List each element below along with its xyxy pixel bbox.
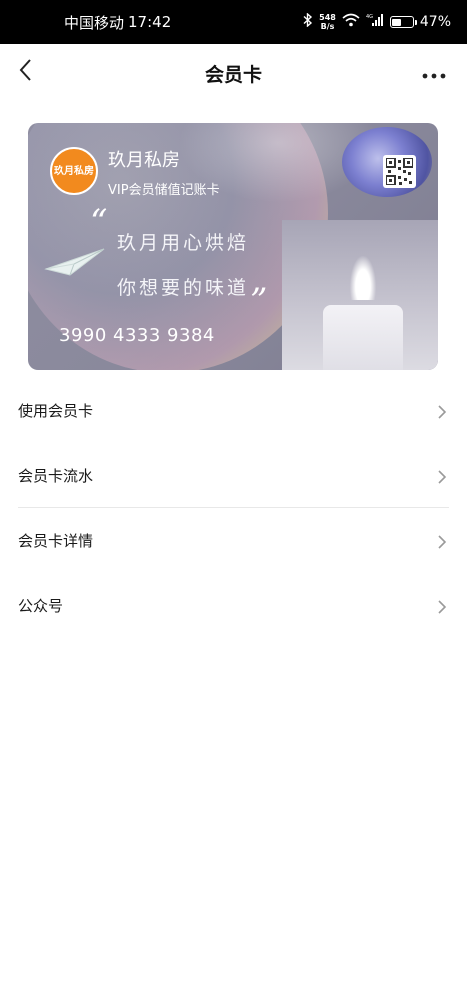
brand-logo-text: 玖月私房 — [54, 165, 94, 177]
menu-item-official-account[interactable]: 公众号 — [0, 573, 467, 638]
status-right: 548 B/s 4G 47% — [303, 12, 451, 31]
chevron-right-icon — [435, 599, 449, 614]
member-card[interactable]: 玖月私房 玖月私房 VIP会员储值记账卡 “ 玖月用心烘焙 你想要的味道 ” 3… — [28, 123, 438, 370]
menu-item-card-details[interactable]: 会员卡详情 — [0, 508, 467, 573]
clock-time: 17:42 — [128, 13, 172, 31]
menu-item-label: 会员卡流水 — [18, 467, 94, 485]
card-type-label: VIP会员储值记账卡 — [108, 183, 220, 198]
bluetooth-icon — [303, 12, 313, 31]
back-button[interactable] — [10, 57, 40, 87]
brand-logo: 玖月私房 — [50, 147, 98, 195]
status-bar: 中国移动 17:42 548 B/s 4G 47% — [0, 0, 467, 44]
svg-text:4G: 4G — [366, 14, 373, 20]
card-cake-image — [282, 220, 438, 370]
card-slogan-line1: 玖月用心烘焙 — [117, 232, 250, 254]
more-button[interactable] — [419, 58, 449, 88]
menu-item-use-card[interactable]: 使用会员卡 — [0, 378, 467, 443]
battery-level-fill — [392, 18, 402, 26]
network-speed-unit: B/s — [320, 22, 335, 31]
paper-plane-icon — [44, 247, 108, 279]
ballerina-figure — [350, 256, 376, 300]
cake-figure — [323, 305, 403, 370]
card-brand-name: 玖月私房 — [108, 150, 180, 171]
quote-close-mark: ” — [250, 281, 268, 321]
chevron-right-icon — [435, 404, 449, 419]
wifi-icon — [342, 13, 360, 31]
battery-icon — [389, 16, 417, 28]
card-menu-list: 使用会员卡 会员卡流水 会员卡详情 公众号 — [0, 378, 467, 638]
cellular-signal-icon: 4G — [366, 13, 384, 31]
more-dots-icon — [422, 64, 446, 83]
card-number: 3990 4333 9384 — [59, 325, 215, 346]
nav-bar: 会员卡 — [0, 44, 467, 102]
chevron-left-icon — [18, 58, 32, 86]
page-title: 会员卡 — [204, 63, 262, 86]
status-left: 中国移动 17:42 — [64, 12, 171, 33]
network-speed: 548 B/s — [319, 13, 336, 31]
qr-code-icon[interactable] — [383, 155, 416, 188]
network-speed-value: 548 — [319, 13, 336, 22]
card-slogan-line2: 你想要的味道 — [117, 277, 250, 299]
menu-item-label: 公众号 — [18, 597, 64, 615]
quote-open-mark: “ — [90, 202, 108, 242]
chevron-right-icon — [435, 534, 449, 549]
menu-item-card-transactions[interactable]: 会员卡流水 — [0, 443, 467, 508]
battery-percent: 47% — [419, 14, 451, 30]
chevron-right-icon — [435, 469, 449, 484]
carrier-label: 中国移动 — [64, 13, 125, 32]
menu-item-label: 使用会员卡 — [18, 402, 94, 420]
menu-item-label: 会员卡详情 — [18, 532, 94, 550]
